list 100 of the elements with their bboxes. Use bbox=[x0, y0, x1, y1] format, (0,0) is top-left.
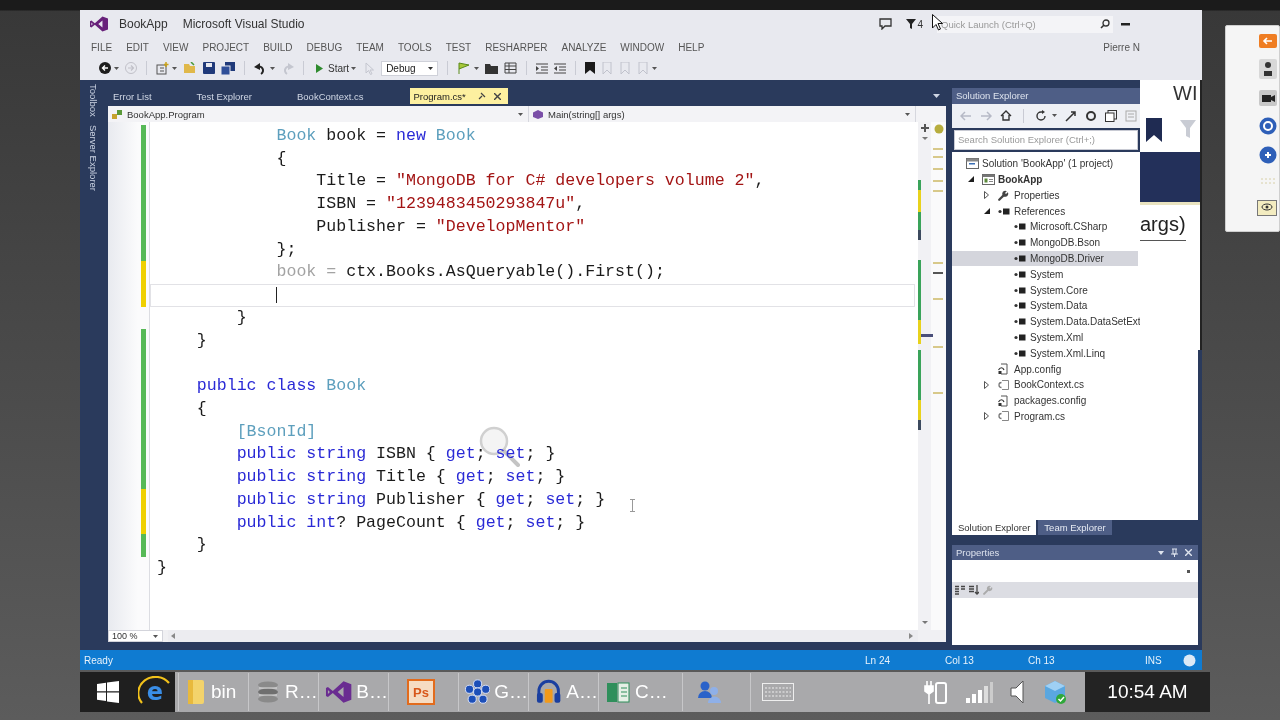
overlapping-squares-icon[interactable] bbox=[1105, 109, 1117, 122]
configuration-dropdown[interactable]: Debug bbox=[381, 60, 438, 76]
person-icon[interactable] bbox=[1259, 59, 1277, 79]
caret-icon bbox=[427, 66, 433, 70]
collapsed-arrow-icon[interactable] bbox=[984, 412, 989, 421]
speaker-icon[interactable] bbox=[1009, 679, 1025, 705]
back-icon[interactable] bbox=[99, 62, 111, 74]
tree-item[interactable]: Microsoft.CSharp bbox=[952, 218, 1138, 235]
caret-icon[interactable] bbox=[1052, 114, 1057, 118]
caret-icon[interactable] bbox=[1158, 550, 1164, 555]
diagonal-arrow-icon[interactable] bbox=[1065, 109, 1077, 122]
code-line: book = ctx.Books.AsQueryable().First(); bbox=[275, 262, 665, 283]
save-all-icon[interactable] bbox=[221, 61, 235, 75]
close-icon[interactable] bbox=[493, 92, 501, 100]
search-icon[interactable] bbox=[1097, 15, 1113, 33]
list-icon[interactable] bbox=[955, 585, 965, 596]
arrow-tile-icon[interactable] bbox=[1259, 34, 1277, 48]
minimize-icon[interactable] bbox=[1121, 22, 1130, 26]
menu-item[interactable]: HELP bbox=[671, 41, 712, 53]
tree-item[interactable]: BookContext.cs bbox=[952, 376, 1138, 393]
menu-item[interactable]: RESHARPER bbox=[478, 41, 555, 53]
caret-icon[interactable] bbox=[114, 66, 119, 70]
tree-item[interactable]: System.Xml bbox=[952, 329, 1138, 346]
grid-icon[interactable] bbox=[503, 62, 517, 74]
vertical-scrollbar[interactable] bbox=[918, 122, 946, 630]
user-name[interactable]: Pierre N bbox=[1103, 41, 1140, 53]
save-icon[interactable] bbox=[203, 62, 215, 74]
side-tab[interactable]: Server Explorer bbox=[87, 124, 99, 191]
envelope-eye-icon[interactable] bbox=[1257, 200, 1277, 216]
document-tab[interactable]: BookContext.cs bbox=[292, 88, 404, 104]
expanded-arrow-icon[interactable] bbox=[968, 176, 974, 183]
tree-item[interactable]: MongoDB.Bson bbox=[952, 234, 1138, 251]
menu-item[interactable]: WINDOW bbox=[613, 41, 672, 53]
tree-item[interactable]: Properties bbox=[952, 187, 1138, 204]
tree-item[interactable]: Program.cs bbox=[952, 408, 1138, 425]
filter-icon[interactable] bbox=[906, 19, 917, 29]
bookmark-icon bbox=[1146, 118, 1162, 142]
menu-item[interactable]: VIEW bbox=[155, 41, 196, 53]
reference-icon bbox=[1014, 239, 1026, 247]
outdent-icon[interactable] bbox=[553, 62, 566, 74]
menu-item[interactable]: DEBUG bbox=[299, 41, 350, 53]
code-line: } bbox=[195, 535, 207, 556]
circle-icon[interactable] bbox=[1183, 653, 1196, 667]
menu-item[interactable]: TOOLS bbox=[390, 41, 439, 53]
bookmark-icon[interactable] bbox=[584, 62, 595, 74]
start-button[interactable] bbox=[80, 672, 135, 712]
document-tab[interactable]: Test Explorer bbox=[191, 88, 292, 104]
tree-item[interactable]: System.Xml.Linq bbox=[952, 345, 1138, 362]
tree-item[interactable]: packages.config bbox=[952, 392, 1138, 409]
flag-icon[interactable] bbox=[456, 61, 471, 75]
search-field[interactable]: Search Solution Explorer (Ctrl+;) bbox=[954, 129, 1138, 150]
text-caret bbox=[276, 287, 278, 304]
tree-item[interactable]: System.Core bbox=[952, 282, 1138, 298]
character-number: Ch 13 bbox=[1028, 654, 1056, 666]
panel-tab[interactable]: Team Explorer bbox=[1038, 520, 1112, 536]
folder-icon[interactable] bbox=[484, 62, 498, 74]
stacked-discs-icon bbox=[255, 679, 281, 705]
document-tab[interactable]: Program.cs* bbox=[409, 88, 508, 104]
caret-icon[interactable] bbox=[270, 66, 275, 70]
start-button[interactable]: Start bbox=[313, 62, 360, 74]
tree-item[interactable]: App.config bbox=[952, 361, 1138, 377]
quick-launch-field[interactable]: Quick Launch (Ctrl+Q) bbox=[937, 15, 1097, 33]
caret-icon[interactable] bbox=[651, 66, 657, 70]
menu-item[interactable]: TEST bbox=[438, 41, 479, 53]
ring-icon[interactable] bbox=[1085, 109, 1097, 122]
undo-icon[interactable] bbox=[254, 61, 267, 75]
target-icon[interactable] bbox=[1259, 117, 1277, 135]
pin-icon[interactable] bbox=[477, 92, 486, 100]
sync-icon[interactable] bbox=[1035, 109, 1047, 122]
caret-icon[interactable] bbox=[172, 66, 177, 70]
indent-icon[interactable] bbox=[535, 62, 548, 74]
collapsed-arrow-icon[interactable] bbox=[984, 191, 989, 200]
tree-item[interactable]: BookApp bbox=[952, 171, 1138, 188]
caret-icon[interactable] bbox=[933, 94, 940, 98]
zoom-dropdown[interactable]: 100 % bbox=[108, 630, 163, 642]
menu-item[interactable]: FILE bbox=[84, 41, 120, 53]
tree-item[interactable]: Solution 'BookApp' (1 project) bbox=[952, 155, 1138, 172]
expanded-arrow-icon[interactable] bbox=[984, 208, 990, 215]
sort-icon[interactable] bbox=[969, 585, 979, 596]
camera-icon[interactable] bbox=[1259, 90, 1277, 106]
home-icon[interactable] bbox=[1000, 110, 1012, 122]
tree-item[interactable]: System.Data.DataSetExt bbox=[952, 313, 1138, 330]
collapsed-arrow-icon[interactable] bbox=[984, 380, 989, 389]
menu-item[interactable]: EDIT bbox=[119, 41, 156, 53]
speech-bubble-icon[interactable] bbox=[879, 18, 893, 30]
tree-item[interactable]: MongoDB.Driver bbox=[952, 250, 1138, 267]
plus-circle-icon[interactable] bbox=[1259, 146, 1277, 164]
tree-item[interactable]: System bbox=[952, 266, 1138, 283]
tree-item[interactable]: References bbox=[952, 203, 1138, 219]
folder-icon bbox=[185, 679, 207, 705]
menu-item[interactable]: PROJECT bbox=[195, 41, 257, 53]
infinity-logo-icon bbox=[89, 15, 109, 33]
tree-item[interactable]: System.Data bbox=[952, 297, 1138, 314]
document-tab[interactable]: Error List bbox=[108, 88, 192, 104]
panel-tab[interactable]: Solution Explorer bbox=[952, 520, 1037, 536]
side-tab[interactable]: Toolbox bbox=[87, 84, 99, 117]
menu-item[interactable]: ANALYZE bbox=[554, 41, 614, 53]
menu-item[interactable]: TEAM bbox=[349, 41, 391, 53]
caret-icon[interactable] bbox=[473, 66, 479, 70]
menu-item[interactable]: BUILD bbox=[256, 41, 300, 53]
